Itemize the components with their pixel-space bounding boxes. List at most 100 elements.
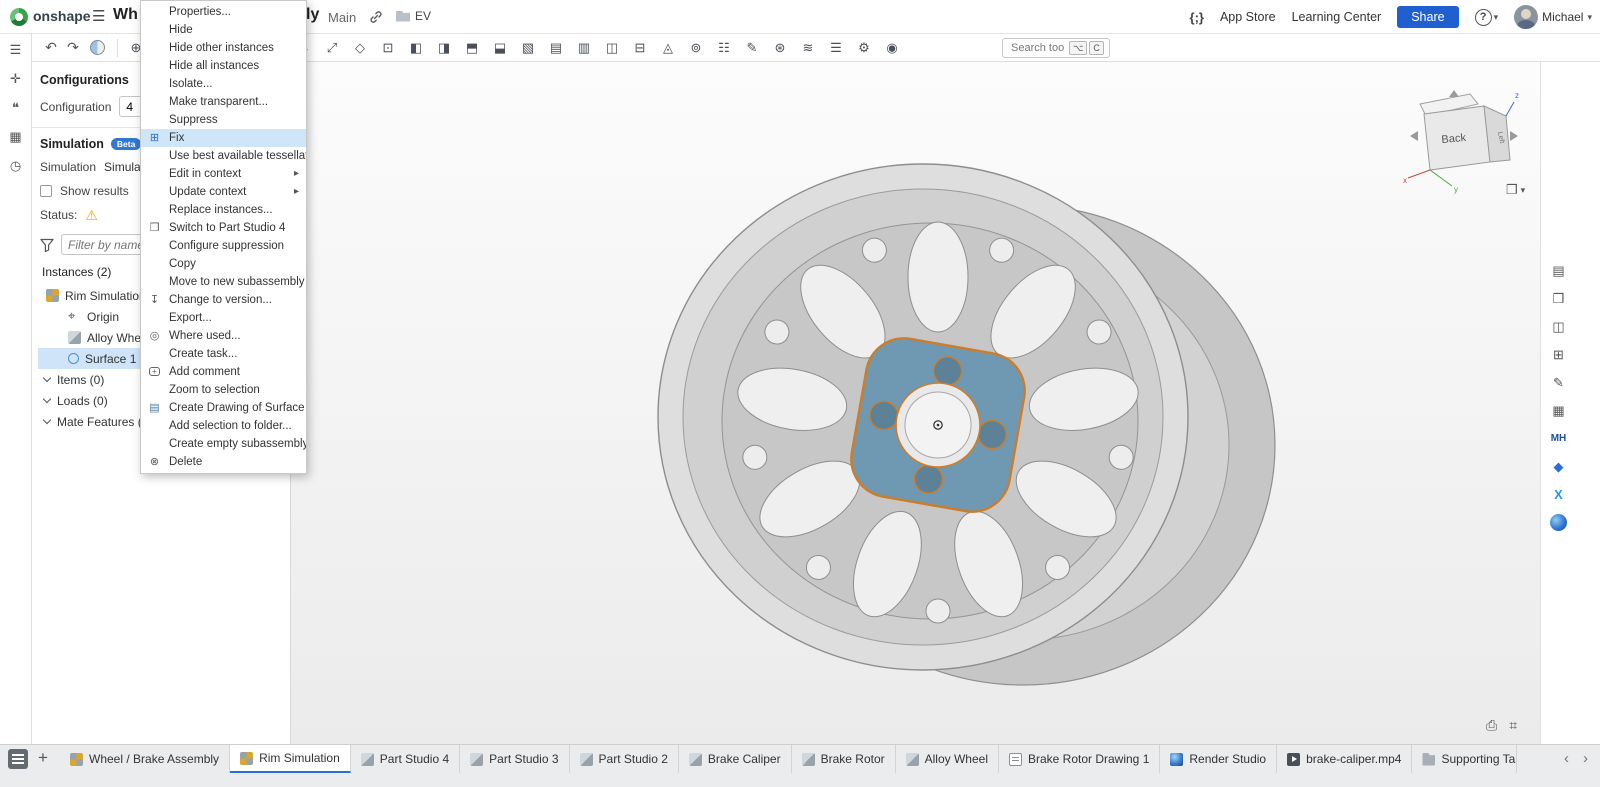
assembly-tool-icon[interactable]: ☷ [712, 38, 736, 58]
views-panel-icon[interactable]: ▦ [1550, 402, 1567, 419]
document-tab[interactable]: Alloy Wheel [896, 745, 999, 773]
context-menu-item[interactable]: Switch to Part Studio 4 [141, 219, 306, 237]
tab-scroll-left-icon[interactable]: ‹ [1564, 752, 1569, 766]
appearance-panel-icon[interactable]: ❒ [1550, 290, 1567, 307]
assembly-tool-icon[interactable]: ⤢ [320, 38, 344, 58]
context-menu-item[interactable]: Delete [141, 453, 306, 471]
context-menu-item[interactable]: Move to new subassembly [141, 273, 306, 291]
document-tab[interactable]: Brake Caliper [679, 745, 792, 773]
3d-viewport[interactable]: Back Left x y z ▾ ⎙ ⌗ [291, 62, 1540, 744]
print-icon[interactable]: ⎙ [1486, 717, 1497, 734]
context-menu-item[interactable]: Add selection to folder... [141, 417, 306, 435]
assembly-tool-icon[interactable]: ≋ [796, 38, 820, 58]
assembly-tool-icon[interactable]: ⊛ [768, 38, 792, 58]
undo-button[interactable]: ↶ [40, 38, 62, 58]
onshape-logo-text[interactable]: onshape [33, 8, 91, 24]
assembly-tool-icon[interactable]: ◬ [656, 38, 680, 58]
assembly-tool-icon[interactable]: ▥ [572, 38, 596, 58]
document-title-continued[interactable]: ly [306, 6, 319, 24]
section-view-icon[interactable] [90, 40, 105, 55]
context-menu-item[interactable]: Where used... [141, 327, 306, 345]
context-menu-item[interactable]: Create Drawing of Surface 1... [141, 399, 306, 417]
configurations-panel-icon[interactable]: ✛ [10, 71, 21, 87]
history-panel-icon[interactable]: ◷ [10, 158, 21, 174]
app-x-icon[interactable]: X [1550, 486, 1567, 503]
context-menu-item[interactable]: Fix [141, 129, 306, 147]
context-menu-item[interactable]: Hide other instances [141, 39, 306, 57]
edit-panel-icon[interactable]: ✎ [1550, 374, 1567, 391]
onshape-logo-icon[interactable] [10, 8, 28, 26]
document-tab[interactable]: Part Studio 2 [570, 745, 679, 773]
assembly-tool-icon[interactable]: ◉ [880, 38, 904, 58]
context-menu-item[interactable]: Add comment [141, 363, 306, 381]
share-button[interactable]: Share [1397, 6, 1458, 28]
context-menu-item[interactable]: Export... [141, 309, 306, 327]
context-menu-item[interactable]: Hide all instances [141, 57, 306, 75]
tab-manager-icon[interactable] [8, 749, 28, 769]
assembly-tool-icon[interactable]: ⊟ [628, 38, 652, 58]
context-menu-item[interactable]: Copy [141, 255, 306, 273]
assembly-tool-icon[interactable]: ◫ [600, 38, 624, 58]
document-title[interactable]: Wh [113, 6, 138, 24]
properties-panel-icon[interactable]: ▤ [1550, 262, 1567, 279]
context-menu-item[interactable]: Update context [141, 183, 306, 201]
workspace-name[interactable]: Main [328, 10, 356, 25]
structure-panel-icon[interactable]: ☰ [10, 42, 22, 58]
assembly-tool-icon[interactable]: ▧ [516, 38, 540, 58]
context-menu-item[interactable]: Make transparent... [141, 93, 306, 111]
tab-scroll-right-icon[interactable]: › [1583, 752, 1588, 766]
context-menu-item[interactable]: Create task... [141, 345, 306, 363]
new-tab-button[interactable]: + [38, 748, 48, 768]
context-menu-item[interactable]: Replace instances... [141, 201, 306, 219]
assembly-tool-icon[interactable]: ◇ [348, 38, 372, 58]
main-menu-icon[interactable]: ☰ [92, 7, 105, 25]
assembly-tool-icon[interactable]: ⊡ [376, 38, 400, 58]
document-tab[interactable]: Render Studio [1160, 745, 1277, 773]
learning-center-link[interactable]: Learning Center [1292, 10, 1382, 24]
context-menu-item[interactable]: Suppress [141, 111, 306, 129]
context-menu-item[interactable]: Properties... [141, 3, 306, 21]
assembly-tool-icon[interactable]: ⊚ [684, 38, 708, 58]
assembly-tool-icon[interactable]: ◨ [432, 38, 456, 58]
app-blue-icon[interactable]: ◆ [1550, 458, 1567, 475]
assembly-tool-icon[interactable]: ☰ [824, 38, 848, 58]
document-tab[interactable]: Part Studio 3 [460, 745, 569, 773]
document-tab[interactable]: brake-caliper.mp4 [1277, 745, 1412, 773]
comments-panel-icon[interactable]: ❝ [12, 100, 19, 116]
view-settings-dropdown[interactable]: ▾ [1506, 182, 1525, 198]
document-tab[interactable]: Rim Simulation [230, 745, 351, 773]
assembly-tool-icon[interactable]: ✎ [740, 38, 764, 58]
context-menu-item[interactable]: Change to version... [141, 291, 306, 309]
context-menu-item[interactable]: Use best available tessellation [141, 147, 306, 165]
context-menu-item[interactable]: Create empty subassembly [141, 435, 306, 453]
context-menu-item[interactable]: Zoom to selection [141, 381, 306, 399]
share-link-icon[interactable] [368, 9, 384, 25]
context-menu-item[interactable]: Hide [141, 21, 306, 39]
bom-panel-icon[interactable]: ⊞ [1550, 346, 1567, 363]
context-menu-item[interactable]: Isolate... [141, 75, 306, 93]
user-menu[interactable]: Michael ▾ [1514, 5, 1592, 29]
assembly-tool-icon[interactable]: ◧ [404, 38, 428, 58]
assembly-tool-icon[interactable]: ⬒ [460, 38, 484, 58]
assembly-tool-icon[interactable]: ▤ [544, 38, 568, 58]
search-tools-input[interactable] [1009, 41, 1067, 55]
app-store-link[interactable]: App Store [1220, 10, 1276, 24]
document-tab[interactable]: Wheel / Brake Assembly [60, 745, 230, 773]
document-tab[interactable]: Part Studio 4 [351, 745, 460, 773]
featurescript-icon[interactable]: {;} [1190, 10, 1204, 25]
tables-panel-icon[interactable]: ▦ [9, 129, 21, 145]
assembly-tool-icon[interactable]: ⬓ [488, 38, 512, 58]
document-tab[interactable]: Brake Rotor Drawing 1 [999, 745, 1160, 773]
redo-button[interactable]: ↷ [62, 38, 84, 58]
context-menu-item[interactable]: Edit in context [141, 165, 306, 183]
assembly-tool-icon[interactable]: ⚙ [852, 38, 876, 58]
display-icon[interactable]: ⌗ [1509, 717, 1517, 734]
document-tab[interactable]: Brake Rotor [792, 745, 896, 773]
app-mh-icon[interactable]: MH [1550, 430, 1567, 447]
app-globe-icon[interactable]: ◍ [1550, 514, 1567, 531]
show-results-checkbox[interactable] [40, 185, 52, 197]
configuration-panel-icon[interactable]: ◫ [1550, 318, 1567, 335]
document-tab[interactable]: Supporting Tabs [1412, 745, 1516, 773]
wheel-3d-model[interactable] [291, 62, 1540, 744]
context-menu-item[interactable]: Configure suppression [141, 237, 306, 255]
